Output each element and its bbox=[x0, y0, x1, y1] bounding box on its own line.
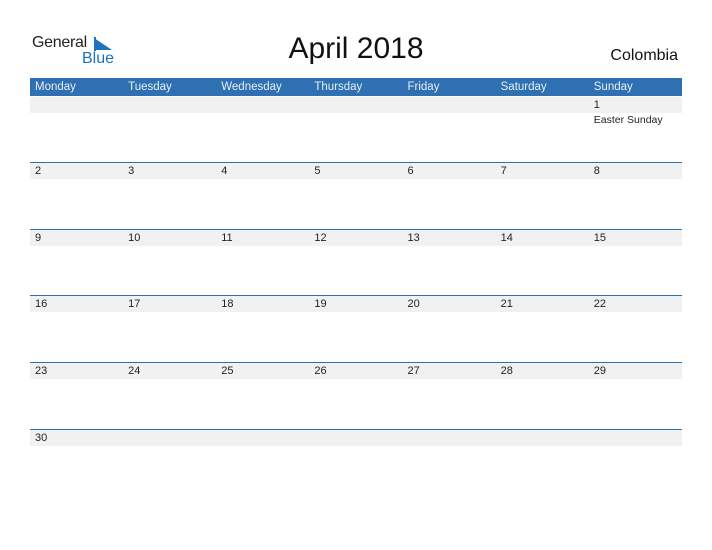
day-cell bbox=[216, 97, 309, 163]
day-number: 14 bbox=[500, 232, 513, 244]
week-cells: 2 3 4 5 6 7 8 bbox=[30, 163, 682, 229]
day-number: 22 bbox=[593, 298, 606, 310]
day-cell: 6 bbox=[403, 163, 496, 229]
weekday-wednesday: Wednesday bbox=[221, 81, 282, 93]
day-cell: 10 bbox=[123, 230, 216, 296]
weekday-monday: Monday bbox=[35, 81, 76, 93]
day-cell: 22 bbox=[589, 296, 682, 362]
day-number: 18 bbox=[221, 298, 234, 310]
day-cell: 20 bbox=[403, 296, 496, 362]
day-cell: 3 bbox=[123, 163, 216, 229]
day-cell: 7 bbox=[496, 163, 589, 229]
day-cell: 28 bbox=[496, 363, 589, 429]
week-cells: 1 Easter Sunday bbox=[30, 97, 682, 163]
day-number: 29 bbox=[593, 365, 606, 377]
day-cell: 4 bbox=[216, 163, 309, 229]
day-number: 13 bbox=[407, 232, 420, 244]
day-number: 9 bbox=[35, 232, 42, 244]
day-cell: 29 bbox=[589, 363, 682, 429]
day-cell bbox=[496, 430, 589, 496]
weekday-sunday: Sunday bbox=[593, 81, 633, 93]
day-number: 7 bbox=[500, 165, 507, 177]
day-cell bbox=[403, 97, 496, 163]
day-cell bbox=[309, 430, 402, 496]
day-number: 20 bbox=[407, 298, 420, 310]
day-cell: 8 bbox=[589, 163, 682, 229]
day-cell: 1 Easter Sunday bbox=[589, 97, 682, 163]
week-row: 16 17 18 19 20 21 22 bbox=[30, 295, 682, 362]
day-cell: 13 bbox=[403, 230, 496, 296]
week-cells: 23 24 25 26 27 28 29 bbox=[30, 363, 682, 429]
day-number: 3 bbox=[128, 165, 135, 177]
day-cell: 9 bbox=[30, 230, 123, 296]
week-cells: 30 bbox=[30, 430, 682, 496]
day-cell: 2 bbox=[30, 163, 123, 229]
day-number: 8 bbox=[593, 165, 600, 177]
week-cells: 9 10 11 12 13 14 15 bbox=[30, 230, 682, 296]
weekday-header: Monday Tuesday Wednesday Thursday Friday… bbox=[30, 78, 682, 96]
day-cell: 17 bbox=[123, 296, 216, 362]
day-cell: 14 bbox=[496, 230, 589, 296]
day-number: 15 bbox=[593, 232, 606, 244]
day-number: 4 bbox=[221, 165, 228, 177]
weekday-tuesday: Tuesday bbox=[128, 81, 172, 93]
week-row: 1 Easter Sunday bbox=[30, 97, 682, 163]
day-cell bbox=[589, 430, 682, 496]
day-cell: 19 bbox=[309, 296, 402, 362]
week-row: 2 3 4 5 6 7 8 bbox=[30, 162, 682, 229]
weekday-friday: Friday bbox=[407, 81, 440, 93]
day-cell: 16 bbox=[30, 296, 123, 362]
week-row: 9 10 11 12 13 14 15 bbox=[30, 229, 682, 296]
day-cell: 12 bbox=[309, 230, 402, 296]
day-cell bbox=[309, 97, 402, 163]
day-cell: 26 bbox=[309, 363, 402, 429]
day-number: 23 bbox=[35, 365, 48, 377]
day-cell bbox=[123, 97, 216, 163]
day-cell: 24 bbox=[123, 363, 216, 429]
day-number: 1 bbox=[593, 99, 600, 111]
day-cell: 23 bbox=[30, 363, 123, 429]
day-cell bbox=[30, 97, 123, 163]
day-number: 21 bbox=[500, 298, 513, 310]
week-cells: 16 17 18 19 20 21 22 bbox=[30, 296, 682, 362]
country-label: Colombia bbox=[610, 47, 678, 64]
day-number: 28 bbox=[500, 365, 513, 377]
holiday-label: Easter Sunday bbox=[593, 114, 663, 126]
day-number: 30 bbox=[35, 432, 48, 444]
day-cell: 5 bbox=[309, 163, 402, 229]
weekday-saturday: Saturday bbox=[500, 81, 547, 93]
day-number: 5 bbox=[314, 165, 321, 177]
day-number: 24 bbox=[128, 365, 141, 377]
week-row: 23 24 25 26 27 28 29 bbox=[30, 362, 682, 429]
day-number: 2 bbox=[35, 165, 42, 177]
day-cell: 15 bbox=[589, 230, 682, 296]
week-row: 30 bbox=[30, 429, 682, 496]
day-number: 16 bbox=[35, 298, 48, 310]
day-number: 25 bbox=[221, 365, 234, 377]
day-cell: 18 bbox=[216, 296, 309, 362]
calendar-title: April 2018 bbox=[288, 32, 424, 65]
day-cell bbox=[403, 430, 496, 496]
day-number: 26 bbox=[314, 365, 327, 377]
day-number: 19 bbox=[314, 298, 327, 310]
day-number: 10 bbox=[128, 232, 141, 244]
day-number: 6 bbox=[407, 165, 414, 177]
day-cell: 25 bbox=[216, 363, 309, 429]
day-number: 11 bbox=[221, 232, 233, 244]
day-cell bbox=[216, 430, 309, 496]
day-number: 27 bbox=[407, 365, 420, 377]
day-cell bbox=[496, 97, 589, 163]
day-cell: 11 bbox=[216, 230, 309, 296]
day-cell: 30 bbox=[30, 430, 123, 496]
day-cell: 21 bbox=[496, 296, 589, 362]
day-cell bbox=[123, 430, 216, 496]
day-number: 17 bbox=[128, 298, 141, 310]
day-number: 12 bbox=[314, 232, 327, 244]
day-cell: 27 bbox=[403, 363, 496, 429]
weekday-thursday: Thursday bbox=[314, 81, 363, 93]
